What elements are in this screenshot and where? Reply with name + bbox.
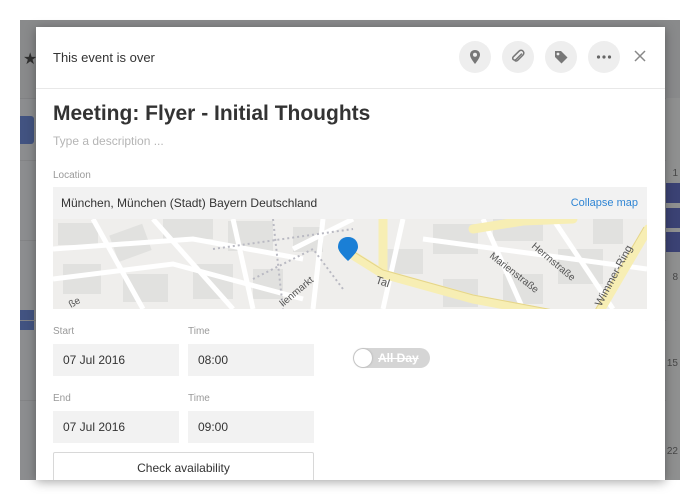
- close-button[interactable]: [630, 46, 650, 66]
- more-icon: [596, 55, 612, 59]
- all-day-toggle[interactable]: All Day: [353, 348, 430, 368]
- end-time-value: 09:00: [198, 420, 229, 434]
- attachment-icon: [511, 49, 525, 62]
- tag-icon: [555, 51, 568, 64]
- location-label: Location: [53, 170, 91, 181]
- toggle-knob: [354, 349, 372, 367]
- check-availability-button[interactable]: Check availability: [53, 452, 314, 480]
- event-status-text: This event is over: [53, 50, 155, 65]
- location-field[interactable]: München, München (Stadt) Bayern Deutschl…: [53, 187, 647, 219]
- start-date-label: Start: [53, 326, 75, 337]
- start-time-field[interactable]: 08:00: [188, 344, 314, 376]
- tag-button[interactable]: [545, 41, 577, 73]
- more-options-button[interactable]: [588, 41, 620, 73]
- check-availability-label: Check availability: [137, 461, 230, 475]
- collapse-map-link[interactable]: Collapse map: [571, 197, 638, 209]
- end-date-field[interactable]: 07 Jul 2016: [53, 411, 179, 443]
- description-input[interactable]: Type a description ...: [53, 134, 164, 148]
- start-date-field[interactable]: 07 Jul 2016: [53, 344, 179, 376]
- end-date-value: 07 Jul 2016: [63, 420, 126, 434]
- location-button[interactable]: [459, 41, 491, 73]
- dialog-header: This event is over: [36, 27, 665, 89]
- attachment-button[interactable]: [502, 41, 534, 73]
- location-pin-icon: [470, 50, 480, 64]
- event-title[interactable]: Meeting: Flyer - Initial Thoughts: [53, 102, 370, 126]
- location-value: München, München (Stadt) Bayern Deutschl…: [61, 196, 318, 210]
- location-map[interactable]: Tal Marienstraße Herrnstraße Wimmer-Ring…: [53, 219, 647, 309]
- event-dialog: This event is over Meeting: Flyer - Init…: [36, 27, 665, 480]
- end-date-label: End: [53, 393, 71, 404]
- end-time-field[interactable]: 09:00: [188, 411, 314, 443]
- start-time-label: Time: [188, 326, 210, 337]
- end-time-label: Time: [188, 393, 210, 404]
- close-icon: [634, 50, 646, 62]
- start-date-value: 07 Jul 2016: [63, 353, 126, 367]
- map-image: Tal Marienstraße Herrnstraße Wimmer-Ring…: [53, 219, 647, 309]
- all-day-label: All Day: [378, 351, 419, 365]
- start-time-value: 08:00: [198, 353, 229, 367]
